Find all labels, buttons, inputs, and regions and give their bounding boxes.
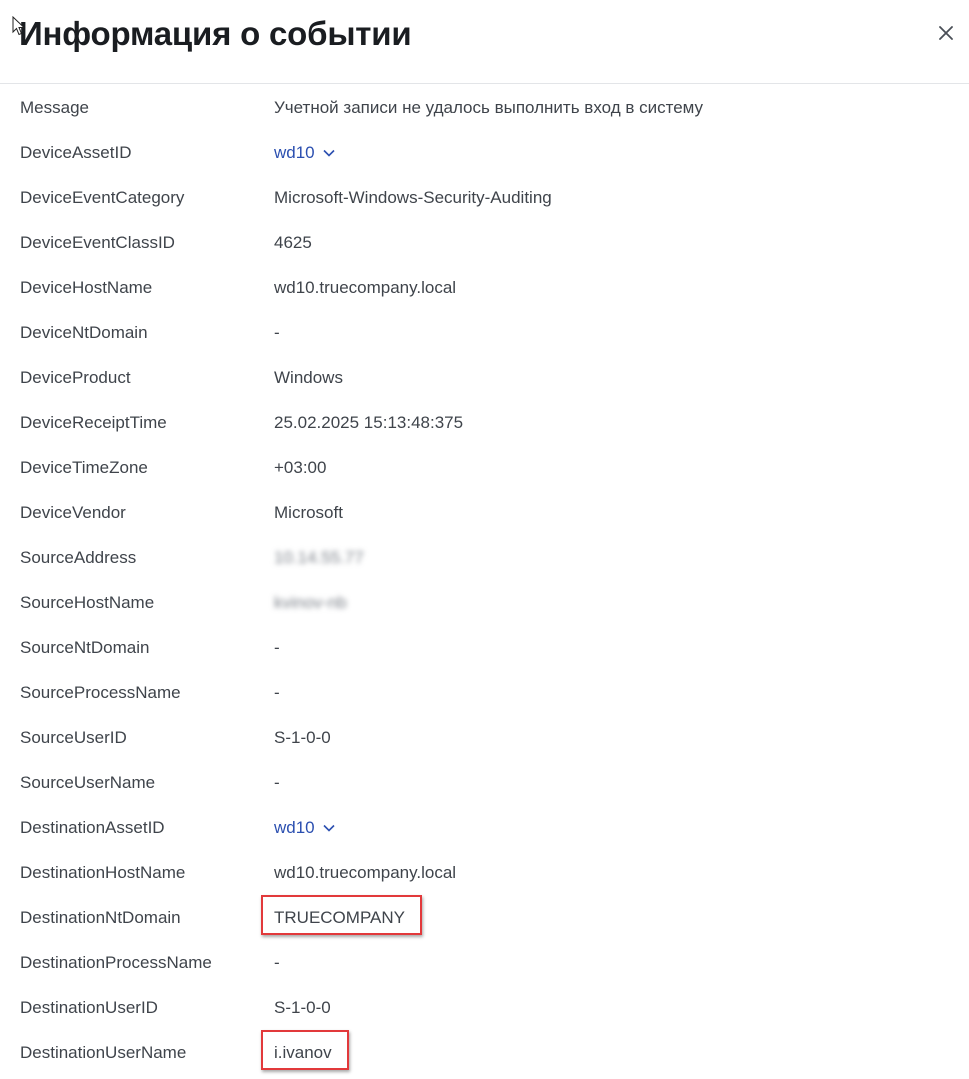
field-key: DeviceHostName [20,278,153,297]
field-key: DeviceVendor [20,503,126,522]
field-value: TRUECOMPANY [274,908,405,927]
field-row: DeviceEventCategory Microsoft-Windows-Sec… [0,175,969,220]
field-value: Windows [274,368,343,387]
field-value: - [274,323,280,342]
field-row: DeviceReceiptTime 25.02.2025 15:13:48:375 [0,400,969,445]
field-row: DestinationHostName wd10.truecompany.loca… [0,850,969,895]
chevron-down-icon [323,149,335,157]
field-key: DeviceReceiptTime [20,413,167,432]
field-row: SourceAddress 10.14.55.77 [0,535,969,580]
field-value: kvinov-nb [274,593,347,612]
field-value: wd10.truecompany.local [274,863,457,882]
field-row: DeviceEventClassID 4625 [0,220,969,265]
field-key: SourceUserName [20,773,156,792]
field-key: SourceAddress [20,548,137,567]
event-info-panel: Информация о событии Message Учетной запи… [0,0,969,1079]
page-title: Информация о событии [19,15,412,52]
field-row: DestinationAssetID wd10 [0,805,969,850]
field-value: 4625 [274,233,312,252]
field-row: DestinationNtDomain TRUECOMPANY [0,895,969,940]
field-row: DeviceProduct Windows [0,355,969,400]
field-key: DestinationHostName [20,863,186,882]
field-key: SourceHostName [20,593,155,612]
field-value: +03:00 [274,458,327,477]
event-fields-list: Message Учетной записи не удалось выполни… [0,85,969,1075]
field-key: DestinationProcessName [20,953,212,972]
field-key: DeviceTimeZone [20,458,148,477]
field-value: - [274,773,280,792]
asset-link[interactable]: wd10 [274,817,335,839]
field-key: DestinationUserID [20,998,158,1017]
field-value: - [274,683,280,702]
field-row: SourceProcessName - [0,670,969,715]
field-value: wd10.truecompany.local [274,278,457,297]
field-row: DestinationUserID S-1-0-0 [0,985,969,1030]
close-icon [939,26,953,40]
field-row: SourceNtDomain - [0,625,969,670]
field-row: DeviceHostName wd10.truecompany.local [0,265,969,310]
asset-link[interactable]: wd10 [274,142,335,164]
field-key: Message [20,98,89,117]
field-value: S-1-0-0 [274,998,331,1017]
field-key: DeviceEventCategory [20,188,185,207]
field-row: SourceUserID S-1-0-0 [0,715,969,760]
field-key: DestinationUserName [20,1043,187,1062]
asset-link-label: wd10 [274,143,315,162]
field-value: 25.02.2025 15:13:48:375 [274,413,464,432]
field-row: DeviceVendor Microsoft [0,490,969,535]
field-key: SourceUserID [20,728,127,747]
field-value: - [274,953,280,972]
field-key: DestinationAssetID [20,818,165,837]
field-row: SourceUserName - [0,760,969,805]
field-key: SourceProcessName [20,683,181,702]
field-key: DestinationNtDomain [20,908,181,927]
chevron-down-icon [323,824,335,832]
asset-link-label: wd10 [274,818,315,837]
close-button[interactable] [934,21,958,45]
field-row: DestinationProcessName - [0,940,969,985]
field-key: DeviceProduct [20,368,131,387]
field-value: Microsoft [274,503,343,522]
field-value: 10.14.55.77 [274,548,364,567]
field-row: DeviceNtDomain - [0,310,969,355]
field-key: DeviceNtDomain [20,323,148,342]
panel-header: Информация о событии [0,0,969,84]
field-key: SourceNtDomain [20,638,150,657]
field-row: DestinationUserName i.ivanov [0,1030,969,1075]
field-value: Учетной записи не удалось выполнить вход… [274,98,704,117]
field-value: i.ivanov [274,1043,332,1062]
field-row: DeviceAssetID wd10 [0,130,969,175]
field-key: DeviceEventClassID [20,233,175,252]
field-value: - [274,638,280,657]
field-key: DeviceAssetID [20,143,132,162]
field-value: Microsoft-Windows-Security-Auditing [274,188,552,207]
field-row: Message Учетной записи не удалось выполни… [0,85,969,130]
field-row: DeviceTimeZone +03:00 [0,445,969,490]
field-row: SourceHostName kvinov-nb [0,580,969,625]
mouse-cursor-icon [12,16,26,36]
field-value: S-1-0-0 [274,728,331,747]
